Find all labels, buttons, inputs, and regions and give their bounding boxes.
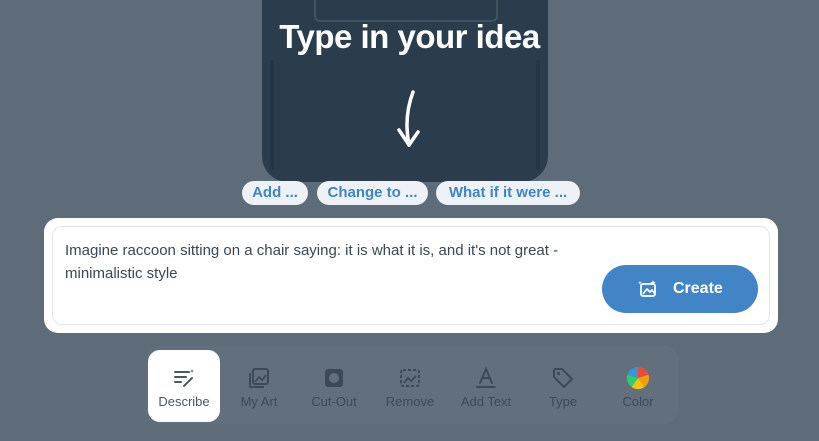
tool-remove[interactable]: Remove [374,350,446,422]
shirt-fold-left [270,60,274,170]
tag-icon [553,368,573,388]
tool-label: Describe [158,394,210,409]
prompt-input-box[interactable]: Imagine raccoon sitting on a chair sayin… [52,226,770,325]
tool-label: Type [548,394,578,409]
tool-color[interactable]: Color [602,350,674,422]
create-button-label: Create [673,280,723,297]
hero-title: Type in your idea [279,18,540,55]
tool-label: Remove [385,394,435,409]
my-art-icon [249,368,269,388]
tool-label: Add Text [460,394,512,409]
suggestion-change-to[interactable]: Change to ... [317,181,428,205]
create-button[interactable]: Create [602,265,758,313]
tool-label: Color [622,394,654,409]
tool-my-art[interactable]: My Art [223,350,295,422]
shirt-fold-right [536,60,540,170]
tool-describe[interactable]: Describe [148,350,220,422]
cut-out-icon [325,369,343,387]
tool-type[interactable]: Type [527,350,599,422]
prompt-input[interactable]: Imagine raccoon sitting on a chair sayin… [65,239,585,285]
tool-cut-out[interactable]: Cut-Out [298,350,370,422]
add-text-icon [476,366,496,388]
describe-icon [174,369,194,387]
magic-image-icon [638,280,656,297]
down-arrow-icon [397,90,420,147]
suggestion-add[interactable]: Add ... [242,181,308,205]
suggestion-what-if[interactable]: What if it were ... [436,181,580,205]
tool-label: Cut-Out [311,394,357,409]
tool-bar: Describe My Art Cut-Out Remove Add Text [146,346,678,424]
color-wheel-icon [626,366,650,390]
prompt-panel: Imagine raccoon sitting on a chair sayin… [44,218,778,333]
tool-label: My Art [240,394,278,409]
remove-icon [400,369,420,387]
tool-add-text[interactable]: Add Text [450,350,522,422]
